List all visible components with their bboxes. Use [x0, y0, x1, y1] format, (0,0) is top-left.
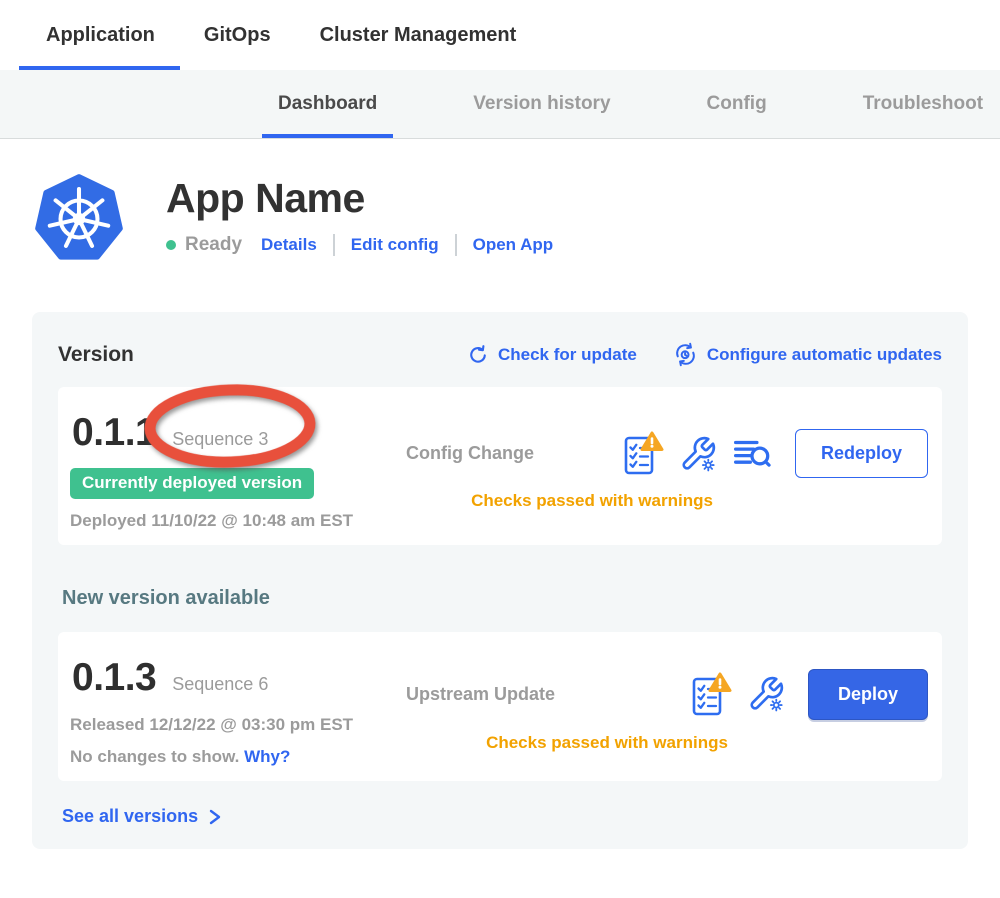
edit-config-link[interactable]: Edit config: [351, 235, 439, 255]
preflight-checklist-warning-icon[interactable]: [687, 671, 732, 718]
refresh-icon: [467, 344, 489, 366]
chevron-right-icon: [206, 807, 224, 827]
app-subnav: Dashboard Version history Config Trouble…: [0, 70, 1000, 139]
tab-version-history[interactable]: Version history: [473, 70, 610, 138]
new-version-number: 0.1.3: [72, 656, 156, 700]
status-text: Ready: [185, 234, 242, 256]
config-wrench-gear-icon[interactable]: [747, 675, 785, 713]
currently-deployed-badge: Currently deployed version: [70, 468, 314, 499]
tab-gitops[interactable]: GitOps: [204, 0, 271, 70]
tab-cluster-management[interactable]: Cluster Management: [320, 0, 517, 70]
primary-nav: Application GitOps Cluster Management: [0, 0, 1000, 70]
new-version-row: 0.1.3 Sequence 6 Released 12/12/22 @ 03:…: [58, 632, 942, 781]
configure-automatic-updates-label: Configure automatic updates: [707, 345, 942, 365]
configure-automatic-updates-link[interactable]: Configure automatic updates: [673, 342, 942, 367]
version-source-label: Config Change: [406, 443, 534, 464]
new-version-available-heading: New version available: [62, 587, 942, 610]
check-for-update-link[interactable]: Check for update: [467, 342, 637, 367]
version-heading: Version: [58, 343, 134, 367]
version-panel: Version Check for update Configure: [32, 312, 968, 849]
no-changes-text: No changes to show.: [70, 747, 239, 766]
current-version-sequence: Sequence 3: [172, 429, 268, 450]
tab-dashboard[interactable]: Dashboard: [278, 70, 377, 138]
current-version-row: 0.1.1 Sequence 3 Currently deployed vers…: [58, 387, 942, 545]
tab-application[interactable]: Application: [46, 0, 155, 70]
deploy-button[interactable]: Deploy: [808, 669, 928, 720]
config-wrench-gear-icon[interactable]: [679, 435, 717, 473]
preflight-checklist-warning-icon[interactable]: [619, 430, 664, 477]
tab-troubleshoot[interactable]: Troubleshoot: [863, 70, 983, 138]
checks-status-text[interactable]: Checks passed with warnings: [406, 733, 928, 753]
see-all-versions-label: See all versions: [62, 806, 198, 827]
divider: [333, 234, 335, 256]
deployed-timestamp: Deployed 11/10/22 @ 10:48 am EST: [70, 511, 406, 531]
see-all-versions-link[interactable]: See all versions: [62, 806, 942, 827]
why-link[interactable]: Why?: [244, 747, 290, 766]
status-dot: [166, 240, 176, 250]
new-version-sequence: Sequence 6: [172, 674, 268, 695]
kubernetes-logo: [35, 172, 123, 266]
clock-refresh-icon: [673, 342, 698, 367]
current-version-number: 0.1.1: [72, 411, 156, 455]
checks-status-text[interactable]: Checks passed with warnings: [406, 491, 928, 511]
check-for-update-label: Check for update: [498, 345, 637, 365]
details-link[interactable]: Details: [261, 235, 317, 255]
release-notes-search-icon[interactable]: [732, 436, 772, 472]
tab-config[interactable]: Config: [707, 70, 767, 138]
divider: [455, 234, 457, 256]
open-app-link[interactable]: Open App: [473, 235, 554, 255]
redeploy-button[interactable]: Redeploy: [795, 429, 928, 478]
page-title: App Name: [166, 175, 553, 222]
released-timestamp: Released 12/12/22 @ 03:30 pm EST: [70, 715, 406, 735]
version-source-label: Upstream Update: [406, 684, 555, 705]
app-header: App Name Ready Details Edit config Open …: [0, 139, 1000, 266]
